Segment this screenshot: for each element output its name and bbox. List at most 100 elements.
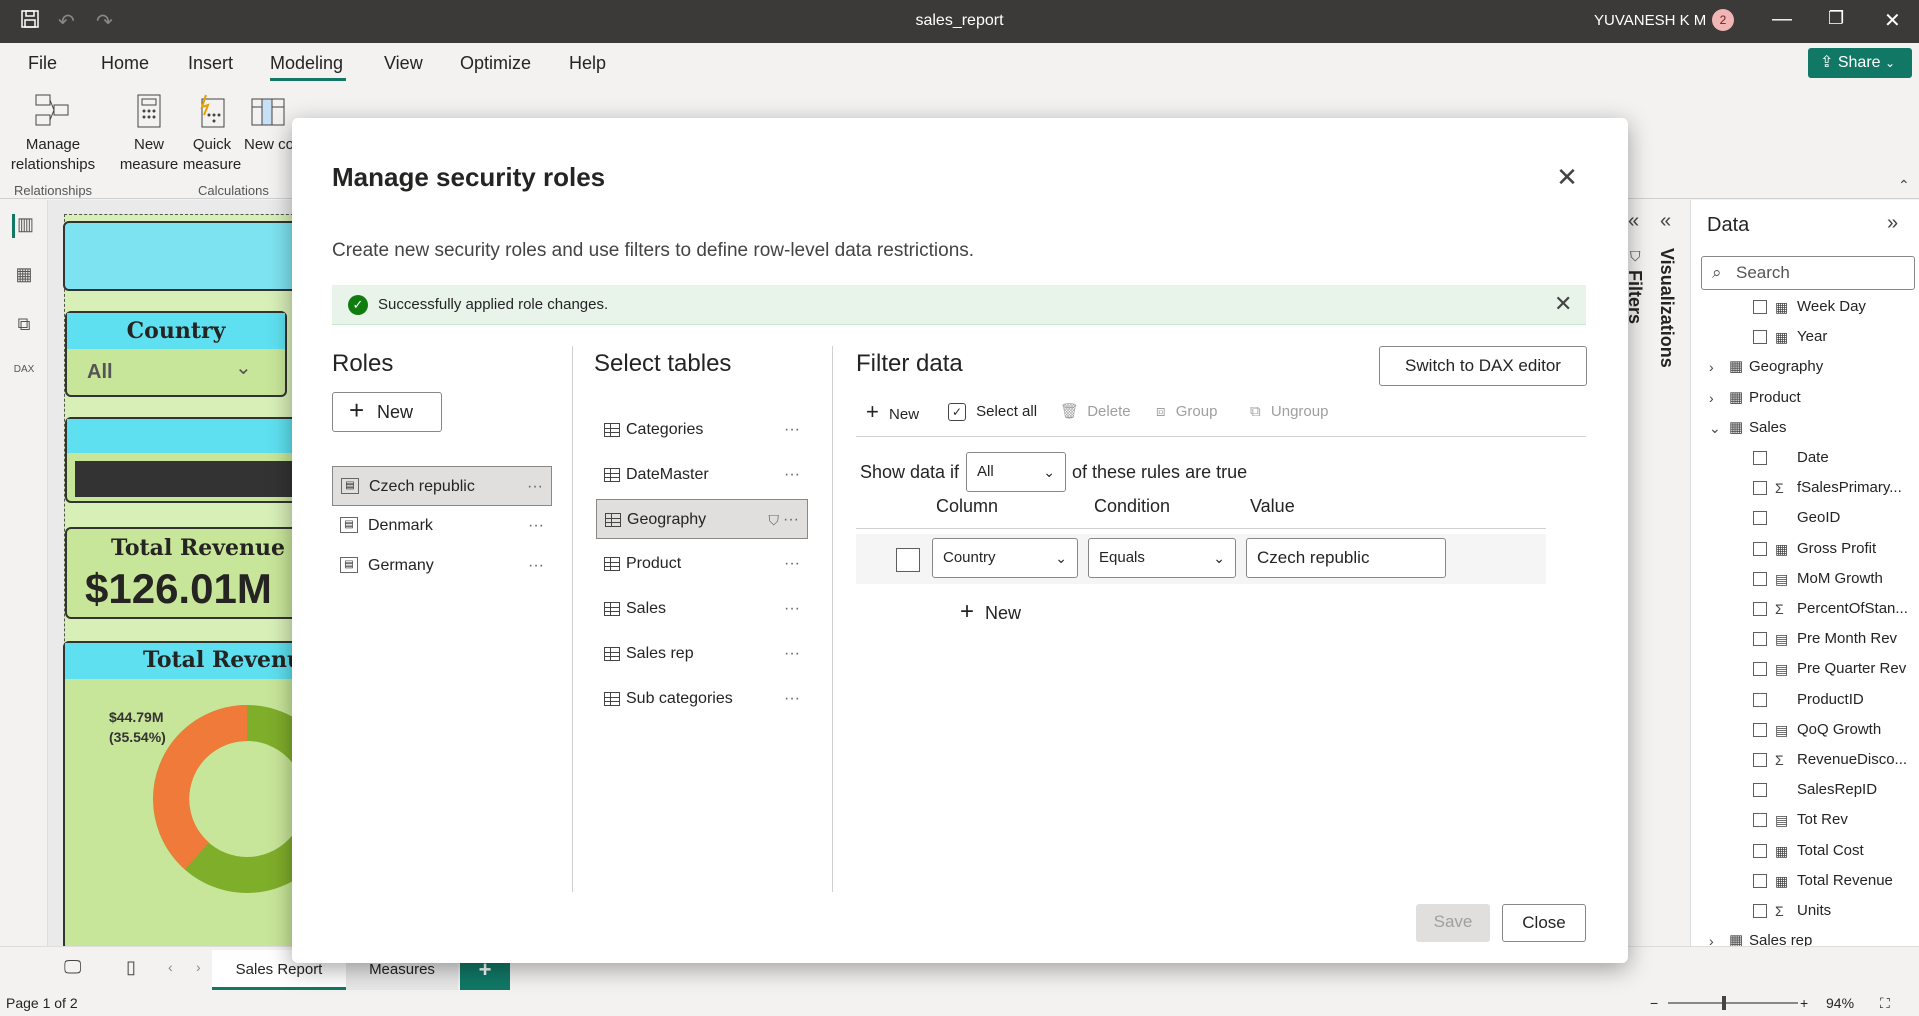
- new-measure-button[interactable]: New measure: [118, 93, 180, 175]
- chevron-right-icon[interactable]: ›: [1709, 352, 1714, 382]
- user-name[interactable]: YUVANESH K M: [1594, 12, 1706, 29]
- ungroup-button[interactable]: ⧉ Ungroup: [1250, 392, 1328, 432]
- field-checkbox[interactable]: [1753, 541, 1767, 556]
- table-view-icon[interactable]: ▦: [12, 264, 36, 288]
- new-column-button[interactable]: New column: [244, 93, 292, 155]
- zoom-out-icon[interactable]: −: [1650, 990, 1658, 1016]
- field-checkbox[interactable]: [1753, 481, 1767, 496]
- rule-value-input[interactable]: Czech republic: [1246, 538, 1446, 578]
- rule-condition-select[interactable]: Equals ⌄: [1088, 538, 1236, 578]
- data-tree-item[interactable]: ▤ Pre Quarter Rev: [1691, 654, 1919, 684]
- minimize-icon[interactable]: —: [1772, 8, 1792, 31]
- field-checkbox[interactable]: [1753, 300, 1767, 314]
- data-tree-item[interactable]: ▦ Year: [1691, 322, 1919, 352]
- menu-file[interactable]: File: [28, 53, 57, 74]
- more-options-icon[interactable]: ···: [527, 467, 543, 507]
- visualizations-expand-icon[interactable]: «: [1660, 210, 1671, 233]
- group-button[interactable]: ⧈ Group: [1156, 392, 1217, 432]
- field-checkbox[interactable]: [1753, 722, 1767, 737]
- data-tree-item[interactable]: ⌄ ▦ Sales: [1691, 413, 1919, 443]
- zoom-slider[interactable]: [1668, 1002, 1798, 1004]
- quick-measure-button[interactable]: Quick measure: [182, 93, 242, 175]
- field-checkbox[interactable]: [1753, 843, 1767, 858]
- table-item[interactable]: DateMaster ···: [596, 455, 808, 495]
- data-tree-item[interactable]: ▦ Total Cost: [1691, 836, 1919, 866]
- report-view-icon[interactable]: ▥: [12, 214, 36, 238]
- chevron-right-icon[interactable]: ›: [1709, 383, 1714, 413]
- zoom-slider-thumb[interactable]: [1722, 996, 1726, 1010]
- rule-mode-select[interactable]: All ⌄: [966, 452, 1066, 492]
- prev-page-icon[interactable]: ‹: [168, 959, 173, 975]
- ribbon-collapse-icon[interactable]: ⌃: [1898, 177, 1910, 194]
- mobile-layout-icon[interactable]: ▯: [126, 957, 136, 978]
- field-checkbox[interactable]: [1753, 602, 1767, 616]
- save-button[interactable]: Save: [1416, 904, 1490, 942]
- data-tree-item[interactable]: ▤ Pre Month Rev: [1691, 624, 1919, 654]
- switch-to-dax-editor-button[interactable]: Switch to DAX editor: [1379, 346, 1587, 386]
- chevron-down-icon[interactable]: ⌄: [1709, 413, 1721, 443]
- data-tree-item[interactable]: GeoID: [1691, 503, 1919, 533]
- more-options-icon[interactable]: ···: [783, 500, 799, 540]
- data-tree-item[interactable]: ▦ Total Revenue: [1691, 866, 1919, 896]
- model-view-icon[interactable]: ⧉: [12, 314, 36, 338]
- role-item[interactable]: ▤ Czech republic ···: [332, 466, 552, 506]
- more-options-icon[interactable]: ···: [528, 506, 544, 546]
- close-button[interactable]: Close: [1502, 904, 1586, 942]
- add-rule-button[interactable]: + New: [960, 592, 1021, 633]
- dax-query-view-icon[interactable]: DAX: [12, 364, 36, 388]
- field-checkbox[interactable]: [1753, 783, 1767, 798]
- data-tree-item[interactable]: ▦ Gross Profit: [1691, 534, 1919, 564]
- data-tree-item[interactable]: › ▦ Product: [1691, 383, 1919, 413]
- menu-modeling[interactable]: Modeling: [270, 53, 343, 74]
- more-options-icon[interactable]: ···: [784, 544, 800, 584]
- data-tree-item[interactable]: ▦ Week Day: [1691, 292, 1919, 322]
- more-options-icon[interactable]: ···: [784, 589, 800, 629]
- country-slicer-value[interactable]: All: [87, 361, 113, 384]
- menu-insert[interactable]: Insert: [188, 53, 233, 74]
- menu-optimize[interactable]: Optimize: [460, 53, 531, 74]
- rule-column-select[interactable]: Country ⌄: [932, 538, 1078, 578]
- visualizations-pane-label[interactable]: Visualizations: [1656, 248, 1677, 368]
- restore-icon[interactable]: ❐: [1828, 8, 1844, 29]
- data-tree-item[interactable]: ProductID: [1691, 685, 1919, 715]
- menu-home[interactable]: Home: [101, 53, 149, 74]
- field-checkbox[interactable]: [1753, 813, 1767, 828]
- data-tree-item[interactable]: Σ RevenueDisco...: [1691, 745, 1919, 775]
- more-options-icon[interactable]: ···: [784, 679, 800, 719]
- new-rule-button[interactable]: + New: [866, 392, 919, 435]
- share-button[interactable]: ⇪ Share ⌄: [1808, 48, 1912, 78]
- data-search-input[interactable]: ⌕ Search: [1701, 256, 1915, 290]
- dismiss-banner-icon[interactable]: ✕: [1554, 291, 1572, 317]
- table-item[interactable]: Product ···: [596, 544, 808, 584]
- field-checkbox[interactable]: [1753, 451, 1767, 465]
- close-icon[interactable]: ✕: [1552, 162, 1582, 192]
- data-tree-item[interactable]: ▤ MoM Growth: [1691, 564, 1919, 594]
- field-checkbox[interactable]: [1753, 753, 1767, 767]
- field-checkbox[interactable]: [1753, 511, 1767, 526]
- field-checkbox[interactable]: [1753, 571, 1767, 586]
- field-checkbox[interactable]: [1753, 632, 1767, 647]
- total-revenue-card[interactable]: Total Revenue $126.01M: [65, 527, 305, 619]
- menu-help[interactable]: Help: [569, 53, 606, 74]
- rule-row-checkbox[interactable]: [896, 548, 920, 572]
- field-checkbox[interactable]: [1753, 662, 1767, 677]
- close-window-icon[interactable]: ✕: [1884, 8, 1901, 33]
- card-tile[interactable]: [65, 417, 305, 503]
- role-item[interactable]: ▤ Denmark ···: [332, 506, 552, 546]
- data-tree-item[interactable]: Σ Units: [1691, 896, 1919, 926]
- role-item[interactable]: ▤ Germany ···: [332, 546, 552, 586]
- data-tree-item[interactable]: Σ PercentOfStan...: [1691, 594, 1919, 624]
- desktop-layout-icon[interactable]: 🖵: [64, 957, 81, 978]
- notification-badge[interactable]: 2: [1712, 9, 1734, 31]
- table-item[interactable]: Sub categories ···: [596, 679, 808, 719]
- more-options-icon[interactable]: ···: [784, 410, 800, 450]
- country-slicer[interactable]: Country All ⌄: [65, 311, 287, 397]
- table-item[interactable]: Sales ···: [596, 589, 808, 629]
- data-tree-item[interactable]: Date: [1691, 443, 1919, 473]
- new-role-button[interactable]: + New: [332, 392, 442, 432]
- header-tile[interactable]: [63, 221, 303, 291]
- field-checkbox[interactable]: [1753, 873, 1767, 888]
- data-tree-item[interactable]: ▤ Tot Rev: [1691, 805, 1919, 835]
- data-pane-collapse-icon[interactable]: »: [1887, 212, 1898, 235]
- more-options-icon[interactable]: ···: [784, 634, 800, 674]
